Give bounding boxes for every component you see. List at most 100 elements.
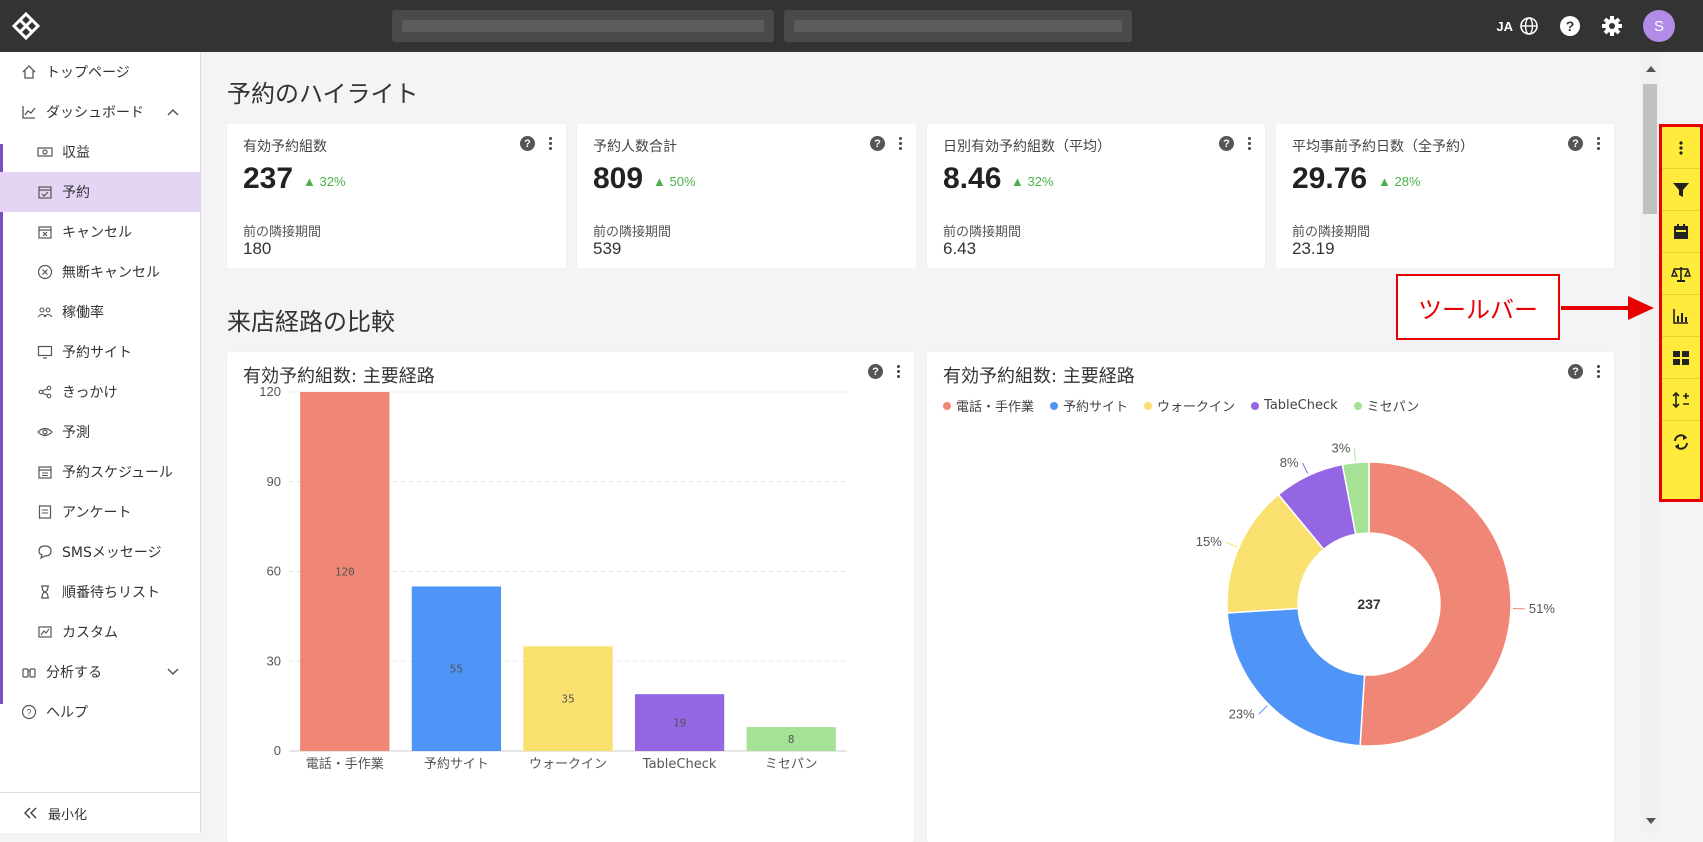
refresh-icon [1672,433,1690,451]
custom-chart-icon [36,623,54,641]
more-options-button[interactable] [1662,127,1700,169]
x-tick-label: 予約サイト [424,757,489,772]
pie-value-label: 8% [1280,455,1299,470]
language-switcher[interactable]: JA [1496,16,1539,36]
more-menu-icon[interactable] [1597,137,1600,150]
document-icon [36,503,54,521]
help-icon[interactable]: ? [520,136,535,151]
sort-button[interactable] [1662,379,1700,421]
pie-value-label: 15% [1196,534,1222,549]
balance-scale-icon [1671,265,1691,283]
sidebar-item-analyze[interactable]: 分析する [0,652,200,692]
globe-icon [1519,16,1539,36]
pie-leader-line [1259,706,1267,714]
callout-arrow-head [1628,296,1654,320]
sidebar-item-triggers[interactable]: きっかけ [0,372,200,412]
kpi-prev-value: 539 [593,239,621,259]
sidebar-item-custom[interactable]: カスタム [0,612,200,652]
section-title-highlights: 予約のハイライト [227,74,419,109]
sidebar-item-booking-sites[interactable]: 予約サイト [0,332,200,372]
scroll-up-arrow-icon[interactable] [1646,66,1656,72]
kpi-prev-label: 前の隣接期間 [1292,221,1370,240]
sidebar-item-cancel[interactable]: キャンセル [0,212,200,252]
sidebar-item-reservations[interactable]: 予約 [0,172,200,212]
scroll-thumb[interactable] [1643,84,1657,214]
help-icon[interactable]: ? [870,136,885,151]
kpi-card: 有効予約組数 ? 237 ▲ 32% 前の隣接期間 180 [227,124,566,268]
sidebar-item-label: 収益 [62,142,90,162]
sidebar-item-dashboard[interactable]: ダッシュボード [0,92,200,132]
sidebar-item-label: ヘルプ [46,702,88,722]
main-content: 予約のハイライト 有効予約組数 ? 237 ▲ 32% 前の隣接期間 180 予… [201,52,1641,833]
kpi-prev-label: 前の隣接期間 [243,221,321,240]
sidebar-item-label: キャンセル [62,222,132,242]
kpi-card: 日別有効予約組数（平均） ? 8.46 ▲ 32% 前の隣接期間 6.43 [927,124,1265,268]
layout-button[interactable] [1662,337,1700,379]
app-logo-icon[interactable] [12,12,40,40]
pie-value-label: 23% [1229,706,1255,721]
svg-text:?: ? [26,708,31,718]
vertical-scrollbar[interactable] [1641,52,1659,833]
chevron-down-icon [166,665,180,679]
bar-value-label: 8 [788,733,795,746]
sidebar-item-label: アンケート [62,502,131,522]
x-tick-label: ウォークイン [529,757,607,772]
calendar-check-icon [36,183,54,201]
more-menu-icon[interactable] [1248,137,1251,150]
monitor-icon [36,343,54,361]
date-selector[interactable] [784,10,1132,42]
kpi-card: 平均事前予約日数（全予約） ? 29.76 ▲ 28% 前の隣接期間 23.19 [1276,124,1614,268]
sidebar-item-help[interactable]: ? ヘルプ [0,692,200,732]
chart-type-button[interactable] [1662,295,1700,337]
filter-button[interactable] [1662,169,1700,211]
compare-button[interactable] [1662,253,1700,295]
toolbar-callout: ツールバー [1396,274,1560,340]
sidebar-item-schedule[interactable]: 予約スケジュール [0,452,200,492]
share-nodes-icon [36,383,54,401]
sidebar-item-forecast[interactable]: 予測 [0,412,200,452]
help-icon[interactable]: ? [1568,136,1583,151]
sidebar-item-label: 予約 [62,182,90,202]
help-icon[interactable]: ? [1219,136,1234,151]
calendar-x-icon [36,223,54,241]
y-tick-label: 90 [267,474,281,489]
sidebar: トップページ ダッシュボード 収益 予約 キャンセル 無断キャンセル 稼働率 予… [0,52,201,833]
refresh-button[interactable] [1662,421,1700,463]
kpi-delta: ▲ 32% [303,174,346,189]
kpi-prev-value: 23.19 [1292,239,1335,259]
filter-icon [1672,181,1690,199]
binoculars-icon [20,663,38,681]
store-selector[interactable] [392,10,774,42]
avatar[interactable]: S [1643,10,1675,42]
kpi-delta-value: 28% [1394,174,1420,189]
kpi-title: 日別有効予約組数（平均） [943,136,1111,156]
sidebar-item-label: きっかけ [62,382,117,402]
gear-icon[interactable] [1601,15,1623,37]
more-menu-icon[interactable] [549,137,552,150]
pie-leader-line [1226,542,1237,547]
sidebar-item-waitlist[interactable]: 順番待ちリスト [0,572,200,612]
kpi-title: 平均事前予約日数（全予約） [1292,136,1474,156]
kpi-prev-value: 180 [243,239,271,259]
y-tick-label: 120 [259,384,281,399]
more-menu-icon[interactable] [899,137,902,150]
calendar-button[interactable] [1662,211,1700,253]
sidebar-item-revenue[interactable]: 収益 [0,132,200,172]
sidebar-item-noshow[interactable]: 無断キャンセル [0,252,200,292]
sidebar-item-occupancy[interactable]: 稼働率 [0,292,200,332]
x-tick-label: TableCheck [642,757,717,772]
y-tick-label: 60 [267,564,281,579]
scroll-down-arrow-icon[interactable] [1646,818,1656,824]
bar-value-label: 19 [673,717,686,730]
kpi-prev-label: 前の隣接期間 [593,221,671,240]
language-label: JA [1496,19,1513,34]
chart-line-icon [20,103,38,121]
sidebar-item-sms[interactable]: SMSメッセージ [0,532,200,572]
minimize-button[interactable]: 最小化 [0,792,200,833]
sidebar-item-top[interactable]: トップページ [0,52,200,92]
help-icon[interactable]: ? [1559,15,1581,37]
kpi-value: 8.46 [943,162,1001,196]
kpi-delta-value: 32% [319,174,345,189]
sidebar-item-survey[interactable]: アンケート [0,492,200,532]
svg-text:?: ? [1566,18,1575,34]
